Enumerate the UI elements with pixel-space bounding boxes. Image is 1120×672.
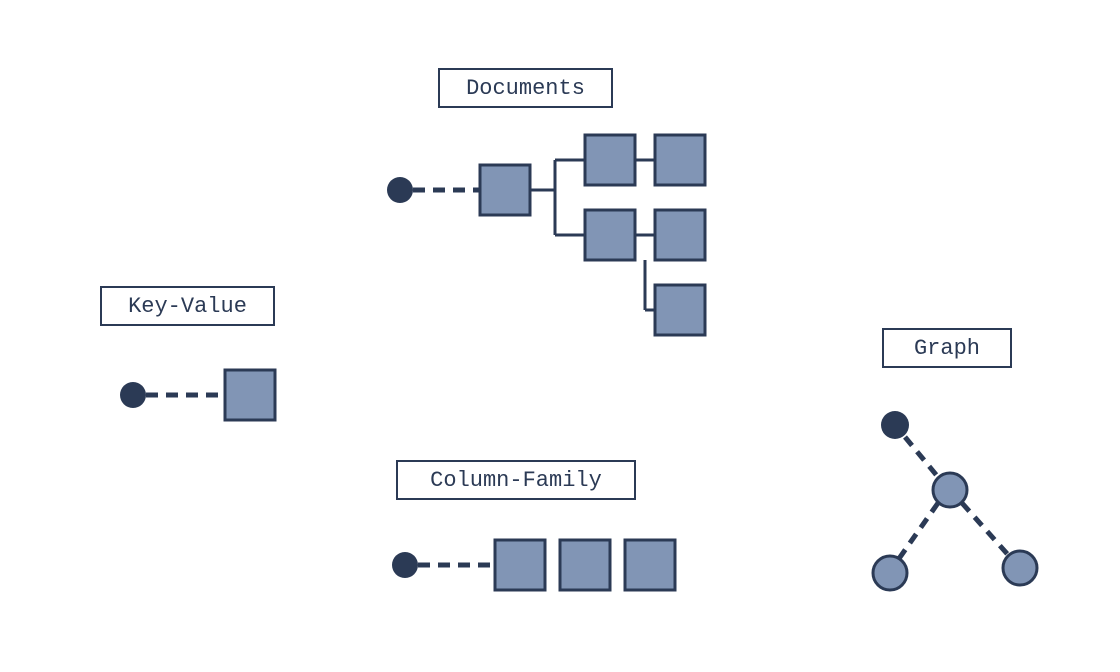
doc-root-box [480, 165, 530, 215]
label-graph: Graph [882, 328, 1012, 368]
doc-dot-icon [387, 177, 413, 203]
cf-box-3 [625, 540, 675, 590]
graph-node-left [873, 556, 907, 590]
graph-node-root [881, 411, 909, 439]
kv-value-box [225, 370, 275, 420]
cf-box-2 [560, 540, 610, 590]
doc-box-r2c1 [585, 210, 635, 260]
diagram-canvas: Documents Key-Value Column-Family Graph [0, 0, 1120, 672]
doc-box-r2c2 [655, 210, 705, 260]
graph-node-right [1003, 551, 1037, 585]
kv-dot-icon [120, 382, 146, 408]
label-documents: Documents [438, 68, 613, 108]
graph-node-center [933, 473, 967, 507]
graph-edge-2 [898, 503, 938, 560]
doc-box-r1c2 [655, 135, 705, 185]
doc-box-r1c1 [585, 135, 635, 185]
label-key-value: Key-Value [100, 286, 275, 326]
label-column-family: Column-Family [396, 460, 636, 500]
graph-edge-1 [905, 437, 938, 477]
doc-box-r3c2 [655, 285, 705, 335]
graph-edge-3 [962, 503, 1010, 557]
cf-box-1 [495, 540, 545, 590]
cf-dot-icon [392, 552, 418, 578]
